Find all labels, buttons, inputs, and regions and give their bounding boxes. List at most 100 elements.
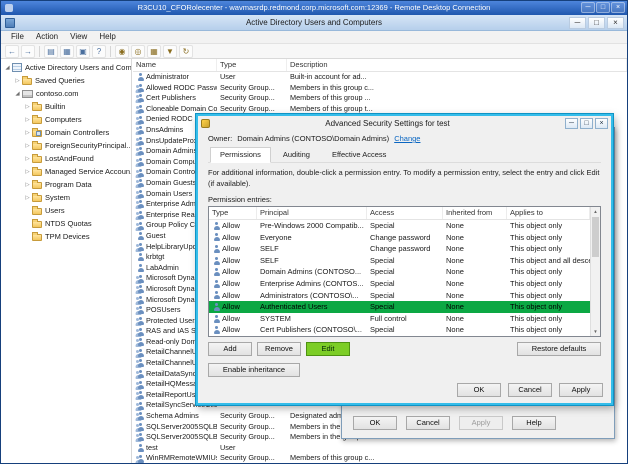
tree-item-active-directory-users-and-com[interactable]: ◢Active Directory Users and Com xyxy=(1,61,131,74)
permission-entry-row[interactable]: AllowSELFChange passwordNoneThis object … xyxy=(209,243,590,255)
app-close-button[interactable]: × xyxy=(607,17,624,29)
perm-cell-principal: SYSTEM xyxy=(257,313,367,325)
perm-cell-access: Special xyxy=(367,220,443,232)
dialog-title-bar[interactable]: Advanced Security Settings for test ─ □ … xyxy=(198,116,611,131)
perm-column-inherited-from[interactable]: Inherited from xyxy=(443,207,507,219)
permission-entry-row[interactable]: AllowSELFSpecialNoneThis object and all … xyxy=(209,255,590,267)
permission-entry-row[interactable]: AllowPre-Windows 2000 Compatib...Special… xyxy=(209,220,590,232)
permission-entry-row[interactable]: AllowAuthenticated UsersSpecialNoneThis … xyxy=(209,301,590,313)
tree-item-tpm-devices[interactable]: TPM Devices xyxy=(1,230,131,243)
tree-expander-icon[interactable]: ▷ xyxy=(23,195,32,201)
column-header-name[interactable]: Name xyxy=(133,59,217,71)
edit-button[interactable]: Edit xyxy=(306,342,350,356)
rdp-restore-button[interactable]: □ xyxy=(596,2,610,13)
apply-button[interactable]: Apply xyxy=(559,383,603,397)
rdp-minimize-button[interactable]: ─ xyxy=(581,2,595,13)
permission-table-scrollbar[interactable]: ▲ ▼ xyxy=(590,207,600,336)
permission-entry-row[interactable]: AllowEnterprise Admins (CONTOS...Special… xyxy=(209,278,590,290)
permission-entry-row[interactable]: AllowSYSTEMFull controlNoneThis object o… xyxy=(209,313,590,325)
perm-column-type[interactable]: Type xyxy=(209,207,257,219)
tree-item-users[interactable]: Users xyxy=(1,204,131,217)
tree-item-contoso-com[interactable]: ◢contoso.com xyxy=(1,87,131,100)
column-header-description[interactable]: Description xyxy=(287,59,627,71)
list-row-administrator[interactable]: AdministratorUserBuilt-in account for ad… xyxy=(133,72,627,83)
scroll-down-icon[interactable]: ▼ xyxy=(591,327,600,336)
tree-expander-icon[interactable]: ◢ xyxy=(13,91,22,97)
list-row-cloneable-domain-contr[interactable]: Cloneable Domain Contr...Security Group.… xyxy=(133,104,627,115)
tree-item-system[interactable]: ▷System xyxy=(1,191,131,204)
list-row-test[interactable]: testUser xyxy=(133,443,627,454)
tree-item-lostandfound[interactable]: ▷ LostAndFound xyxy=(1,152,131,165)
refresh-icon[interactable]: ↻ xyxy=(179,45,193,58)
menu-help[interactable]: Help xyxy=(93,31,121,43)
tree-item-builtin[interactable]: ▷Builtin xyxy=(1,100,131,113)
help-button[interactable]: Help xyxy=(512,416,556,430)
dialog-restore-button[interactable]: □ xyxy=(580,118,593,129)
back-icon[interactable]: ← xyxy=(5,45,19,58)
tree-item-saved-queries[interactable]: ▷Saved Queries xyxy=(1,74,131,87)
tree-item-domain-controllers[interactable]: ▷Domain Controllers xyxy=(1,126,131,139)
set-filter-icon[interactable]: ▼ xyxy=(163,45,177,58)
tree-item-computers[interactable]: ▷Computers xyxy=(1,113,131,126)
permission-entry-row[interactable]: AllowAdministrators (CONTOSO\...SpecialN… xyxy=(209,290,590,302)
perm-column-principal[interactable]: Principal xyxy=(257,207,367,219)
tree-item-ntds-quotas[interactable]: NTDS Quotas xyxy=(1,217,131,230)
tree-expander-icon[interactable]: ▷ xyxy=(23,104,32,110)
add-button[interactable]: Add xyxy=(208,342,252,356)
forward-icon[interactable]: → xyxy=(21,45,35,58)
help-icon[interactable]: ? xyxy=(92,45,106,58)
tree-item-label: LostAndFound xyxy=(45,154,94,163)
list-row-cert-publishers[interactable]: Cert PublishersSecurity Group...Members … xyxy=(133,93,627,104)
cancel-button[interactable]: Cancel xyxy=(508,383,552,397)
remove-button[interactable]: Remove xyxy=(257,342,301,356)
tab-permissions[interactable]: Permissions xyxy=(210,147,271,163)
menu-view[interactable]: View xyxy=(64,31,93,43)
properties-icon[interactable]: ▣ xyxy=(76,45,90,58)
tree-expander-icon[interactable]: ▷ xyxy=(23,143,32,149)
app-minimize-button[interactable]: ─ xyxy=(569,17,586,29)
app-restore-button[interactable]: □ xyxy=(588,17,605,29)
group-icon xyxy=(136,243,144,251)
ok-button[interactable]: OK xyxy=(353,416,397,430)
scrollbar-thumb[interactable] xyxy=(592,217,599,257)
tree-expander-icon[interactable]: ▷ xyxy=(23,182,32,188)
tree-expander-icon[interactable]: ▷ xyxy=(13,78,22,84)
rdp-close-button[interactable]: × xyxy=(611,2,625,13)
menu-action[interactable]: Action xyxy=(30,31,64,43)
permission-entry-row[interactable]: AllowEveryoneChange passwordNoneThis obj… xyxy=(209,232,590,244)
tab-effective-access[interactable]: Effective Access xyxy=(322,147,396,162)
tree-expander-icon[interactable]: ◢ xyxy=(3,65,12,71)
cancel-button[interactable]: Cancel xyxy=(406,416,450,430)
show-console-tree-icon[interactable]: ▤ xyxy=(44,45,58,58)
perm-column-applies-to[interactable]: Applies to xyxy=(507,207,590,219)
export-list-icon[interactable]: ▦ xyxy=(60,45,74,58)
permission-entry-row[interactable]: AllowDomain Admins (CONTOSO...SpecialNon… xyxy=(209,266,590,278)
pin-icon[interactable] xyxy=(5,4,13,12)
permission-entry-row[interactable]: AllowCert Publishers (CONTOSO\...Special… xyxy=(209,324,590,336)
tree-expander-icon[interactable]: ▷ xyxy=(23,169,32,175)
scroll-up-icon[interactable]: ▲ xyxy=(591,207,600,216)
dialog-minimize-button[interactable]: ─ xyxy=(565,118,578,129)
perm-column-access[interactable]: Access xyxy=(367,207,443,219)
list-name-text: test xyxy=(146,443,158,454)
tree-expander-icon[interactable]: ▷ xyxy=(23,117,32,123)
tree-expander-icon[interactable]: ▷ xyxy=(23,130,32,136)
restore-defaults-button[interactable]: Restore defaults xyxy=(517,342,601,356)
tab-auditing[interactable]: Auditing xyxy=(273,147,320,162)
tree-item-program-data[interactable]: ▷Program Data xyxy=(1,178,131,191)
create-group-icon[interactable]: ◎ xyxy=(131,45,145,58)
list-row-allowed-rodc-password[interactable]: Allowed RODC Password ...Security Group.… xyxy=(133,83,627,94)
tree-item-foreignsecurityprincipal[interactable]: ▷ForeignSecurityPrincipal... xyxy=(1,139,131,152)
create-user-icon[interactable]: ◉ xyxy=(115,45,129,58)
menu-file[interactable]: File xyxy=(5,31,30,43)
create-ou-icon[interactable]: ▦ xyxy=(147,45,161,58)
column-header-type[interactable]: Type xyxy=(217,59,287,71)
enable-inheritance-button[interactable]: Enable inheritance xyxy=(208,363,300,377)
tree-expander-icon[interactable]: ▷ xyxy=(23,156,32,162)
dialog-close-button[interactable]: × xyxy=(595,118,608,129)
principal-icon xyxy=(212,245,220,253)
change-owner-link[interactable]: Change xyxy=(394,134,420,143)
tree-item-managed-service-accoun[interactable]: ▷Managed Service Accoun... xyxy=(1,165,131,178)
list-row-winrmremotewmiusers[interactable]: WinRMRemoteWMIUsers__Security Group...Me… xyxy=(133,453,627,463)
ok-button[interactable]: OK xyxy=(457,383,501,397)
